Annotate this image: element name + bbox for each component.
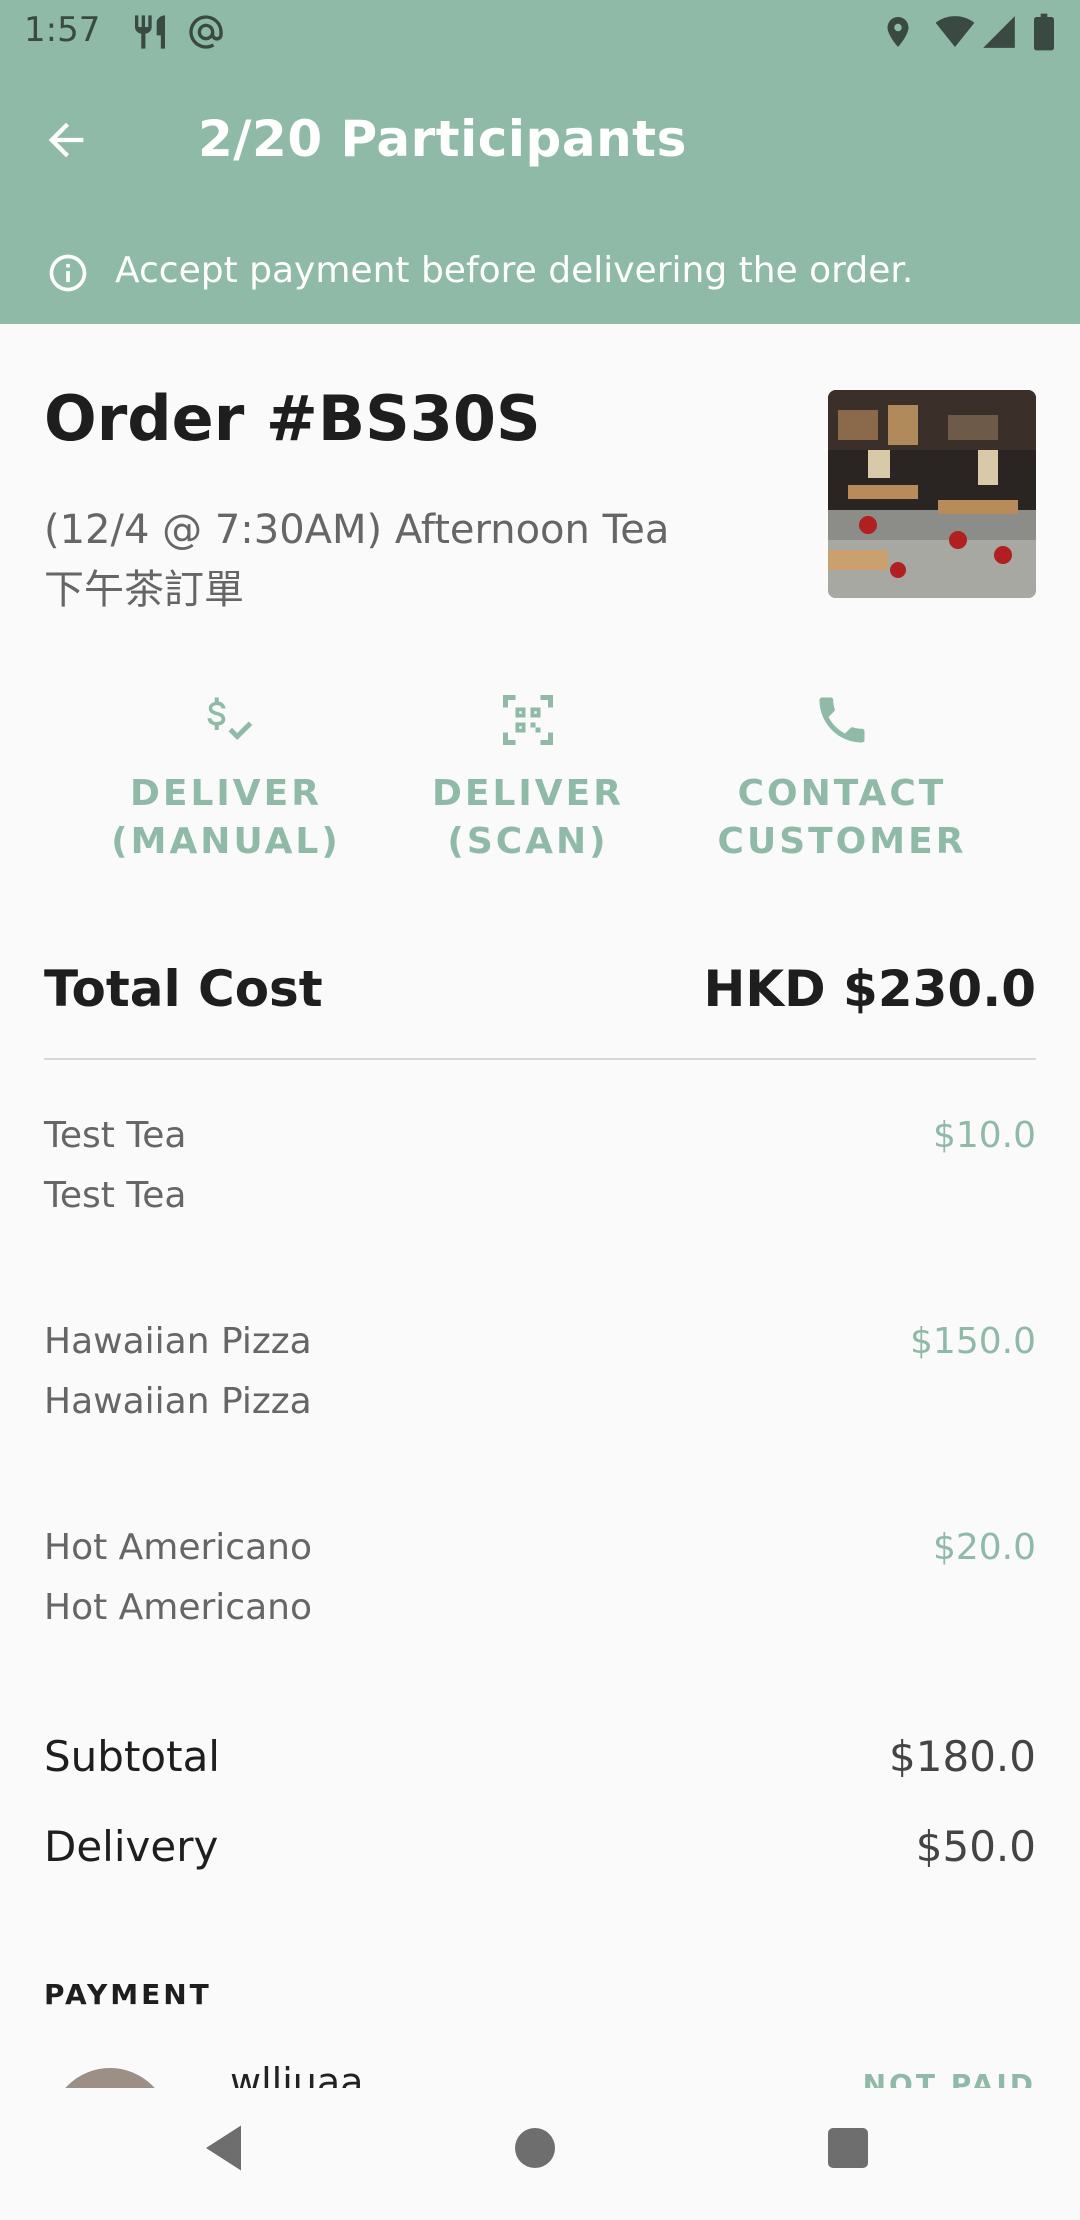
list-item: Test Tea Test Tea $10.0 bbox=[44, 1106, 1036, 1226]
restaurant-icon bbox=[130, 12, 170, 56]
item-detail: Test Tea bbox=[44, 1175, 187, 1216]
status-time: 1:57 bbox=[24, 10, 101, 50]
item-name: Hawaiian Pizza bbox=[44, 1321, 312, 1362]
nav-back-button[interactable] bbox=[196, 2118, 266, 2188]
payment-row[interactable]: wlliuaa NOT PAID bbox=[0, 2058, 1080, 2088]
nav-recents-button[interactable] bbox=[818, 2118, 888, 2188]
deliver-manual-button[interactable]: DELIVER (MANUAL) bbox=[96, 690, 356, 866]
wifi-icon bbox=[935, 12, 975, 56]
item-name: Test Tea bbox=[44, 1115, 187, 1156]
at-sign-icon bbox=[186, 12, 226, 56]
avatar bbox=[50, 2068, 170, 2088]
deliver-manual-label: DELIVER (MANUAL) bbox=[111, 773, 341, 862]
item-name: Hot Americano bbox=[44, 1527, 312, 1568]
item-detail: Hot Americano bbox=[44, 1587, 312, 1628]
payment-notice-banner: Accept payment before delivering the ord… bbox=[0, 224, 1080, 324]
nav-recents-icon bbox=[828, 2128, 868, 2168]
back-button[interactable] bbox=[40, 114, 110, 174]
nav-home-button[interactable] bbox=[505, 2118, 575, 2188]
order-subtitle-line1: (12/4 @ 7:30AM) Afternoon Tea bbox=[44, 507, 670, 553]
payment-status: NOT PAID bbox=[862, 2068, 1036, 2088]
signal-icon bbox=[980, 12, 1018, 56]
system-nav-bar bbox=[0, 2088, 1080, 2220]
deliver-scan-label: DELIVER (SCAN) bbox=[432, 773, 624, 862]
delivery-label: Delivery bbox=[44, 1822, 219, 1871]
subtotal-value: $180.0 bbox=[889, 1732, 1036, 1781]
info-icon bbox=[46, 251, 90, 299]
nav-back-icon bbox=[206, 2125, 241, 2171]
item-price: $150.0 bbox=[910, 1321, 1036, 1362]
order-subtitle-line2: 下午茶訂單 bbox=[44, 567, 244, 613]
app-bar: 2/20 Participants bbox=[0, 66, 1080, 224]
payer-name: wlliuaa bbox=[230, 2060, 364, 2088]
delivery-row: Delivery $50.0 bbox=[44, 1822, 1036, 1871]
phone-icon bbox=[819, 697, 865, 743]
contact-customer-button[interactable]: CONTACT CUSTOMER bbox=[712, 690, 972, 866]
payment-section-label: PAYMENT bbox=[44, 1978, 212, 2011]
total-cost-label: Total Cost bbox=[44, 960, 323, 1018]
list-item: Hawaiian Pizza Hawaiian Pizza $150.0 bbox=[44, 1312, 1036, 1432]
total-cost-row: Total Cost HKD $230.0 bbox=[44, 960, 1036, 1030]
subtotal-row: Subtotal $180.0 bbox=[44, 1732, 1036, 1781]
order-title: Order #BS30S bbox=[44, 382, 541, 455]
status-bar: 1:57 bbox=[0, 0, 1080, 66]
total-cost-value: HKD $230.0 bbox=[703, 960, 1036, 1018]
contact-customer-label: CONTACT CUSTOMER bbox=[717, 773, 967, 862]
subtotal-label: Subtotal bbox=[44, 1732, 220, 1781]
location-icon bbox=[880, 12, 916, 56]
dollar-check-icon bbox=[207, 697, 253, 740]
page-title: 2/20 Participants bbox=[198, 110, 687, 168]
back-arrow-icon bbox=[48, 122, 84, 158]
delivery-value: $50.0 bbox=[915, 1822, 1036, 1871]
item-price: $20.0 bbox=[932, 1527, 1036, 1568]
battery-icon bbox=[1032, 12, 1056, 56]
qr-scan-icon bbox=[503, 695, 553, 745]
nav-home-icon bbox=[515, 2128, 555, 2168]
divider bbox=[44, 1058, 1036, 1060]
item-price: $10.0 bbox=[932, 1115, 1036, 1156]
restaurant-photo bbox=[828, 390, 1036, 598]
list-item: Hot Americano Hot Americano $20.0 bbox=[44, 1518, 1036, 1638]
order-subtitle: (12/4 @ 7:30AM) Afternoon Tea 下午茶訂單 bbox=[44, 500, 764, 620]
banner-text: Accept payment before delivering the ord… bbox=[115, 250, 914, 291]
item-detail: Hawaiian Pizza bbox=[44, 1381, 312, 1422]
deliver-scan-button[interactable]: DELIVER (SCAN) bbox=[398, 690, 658, 866]
